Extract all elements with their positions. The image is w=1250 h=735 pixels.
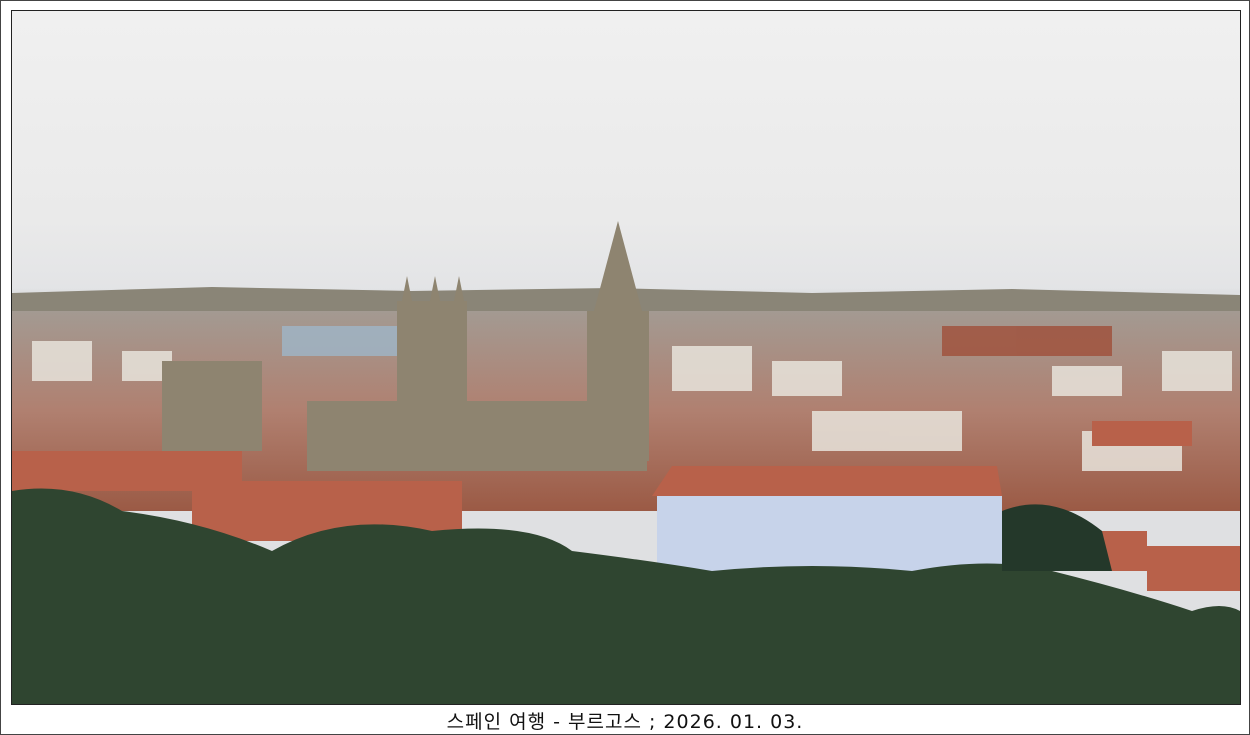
city-panorama-photo <box>11 10 1241 705</box>
burgos-cityscape <box>12 221 1240 704</box>
photo-caption: 스페인 여행 - 부르고스 ; 2026. 01. 03. <box>446 711 804 733</box>
white-building <box>657 496 1002 576</box>
